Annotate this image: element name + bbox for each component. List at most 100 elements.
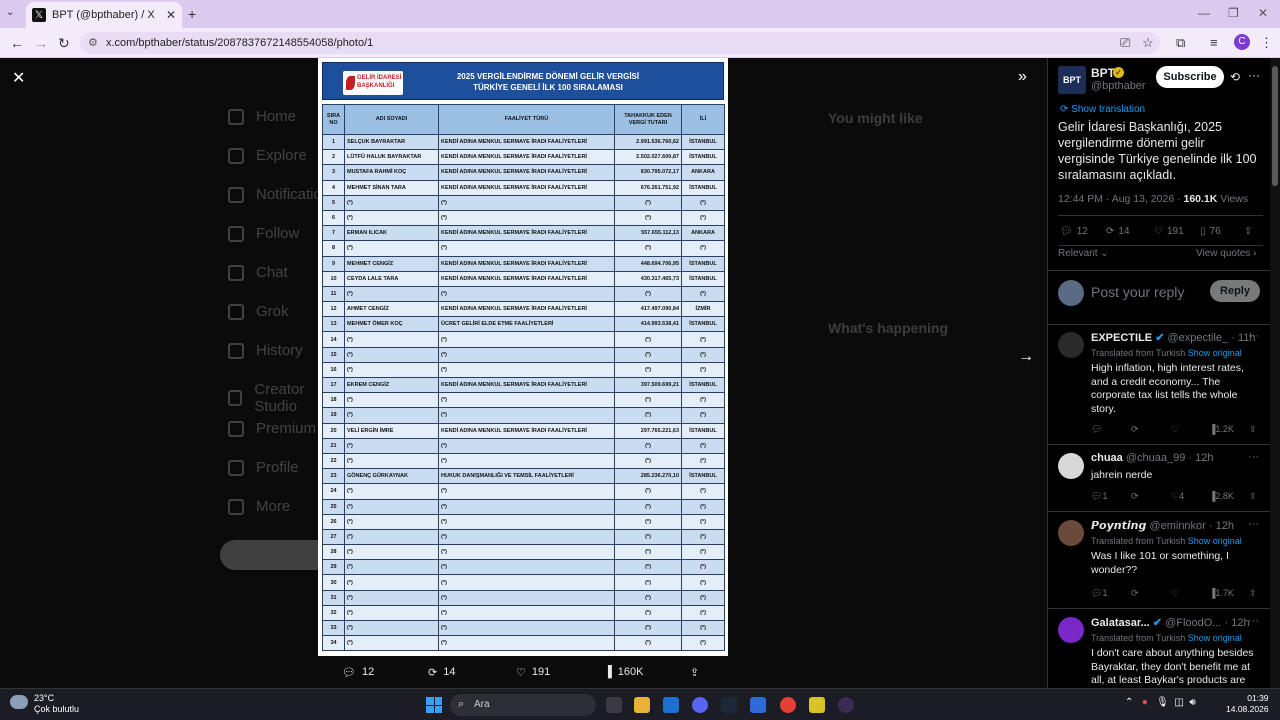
- reply-icon[interactable]: 💬︎ 1: [1091, 491, 1107, 502]
- reply-more-icon[interactable]: ···: [1248, 451, 1259, 463]
- photo-repost-button[interactable]: ⟳ 14: [428, 666, 455, 679]
- photo-views-button[interactable]: ▐ 160K: [604, 666, 644, 678]
- reply-item[interactable]: Galatasar... ✔ @FloodO... · 12h ··· Tran…: [1048, 609, 1270, 688]
- table-cell: 9: [322, 255, 345, 272]
- network-icon[interactable]: ◫: [1174, 697, 1183, 708]
- discord-icon[interactable]: [692, 697, 708, 713]
- reply-button[interactable]: Reply: [1210, 280, 1260, 302]
- reply-author[interactable]: 𝙋𝙤𝙮𝙣𝙩𝙞𝙣𝙜 @eminnkor · 12h: [1091, 519, 1234, 532]
- like-count-button[interactable]: ♡ 191: [1154, 226, 1184, 237]
- show-original-link[interactable]: Show original: [1188, 536, 1242, 546]
- url-field[interactable]: ⚙ x.com/bpthaber/status/2087837672148554…: [80, 32, 1160, 54]
- tab-close-button[interactable]: ✕: [166, 8, 176, 22]
- heart-icon[interactable]: ♡ 4: [1171, 491, 1184, 502]
- views-stat[interactable]: ▐ 1.2K: [1209, 424, 1234, 434]
- install-app-icon[interactable]: ⎚: [1120, 35, 1130, 51]
- reply-more-icon[interactable]: ···: [1248, 518, 1259, 530]
- repost-count-button[interactable]: ⟳ 14: [1106, 226, 1130, 237]
- subscribe-button[interactable]: Subscribe: [1156, 66, 1224, 88]
- forward-icon[interactable]: →: [34, 35, 48, 51]
- reply-avatar[interactable]: [1058, 453, 1084, 479]
- steam-icon[interactable]: [721, 697, 737, 713]
- tab-search-icon[interactable]: ⌄: [6, 7, 14, 18]
- more-options-icon[interactable]: ···: [1248, 68, 1260, 82]
- reply-avatar[interactable]: [1058, 520, 1084, 546]
- views-stat[interactable]: ▐ 1.7K: [1209, 588, 1234, 598]
- view-quotes-link[interactable]: View quotes ›: [1196, 248, 1256, 259]
- app2-icon[interactable]: [809, 697, 825, 713]
- collapse-panel-icon[interactable]: »: [1018, 68, 1027, 86]
- task-view-icon[interactable]: [606, 697, 622, 713]
- tweet-time[interactable]: 12:44 PM · Aug 13, 2026 ·: [1058, 193, 1184, 205]
- outlook-icon[interactable]: [663, 697, 679, 713]
- extensions-icon[interactable]: ⧉: [1176, 35, 1185, 51]
- bookmark-count-button[interactable]: ▯ 76: [1200, 226, 1221, 237]
- tray-app-icon[interactable]: ●: [1142, 697, 1148, 708]
- share-icon[interactable]: ⇪: [1249, 491, 1257, 502]
- reply-author[interactable]: Galatasar... ✔ @FloodO... · 12h: [1091, 616, 1250, 629]
- profile-avatar[interactable]: C: [1234, 34, 1250, 50]
- reply-item[interactable]: 𝙋𝙤𝙮𝙣𝙩𝙞𝙣𝙜 @eminnkor · 12h ··· Translated …: [1048, 512, 1270, 609]
- browser-menu-icon[interactable]: ⋮: [1260, 35, 1273, 51]
- start-icon[interactable]: [426, 697, 442, 713]
- grok-icon[interactable]: ⟲: [1230, 70, 1240, 84]
- system-tray[interactable]: ⌃ ● 🎙︎ ◫ 🔊︎: [1125, 697, 1196, 708]
- back-icon[interactable]: ←: [10, 35, 24, 51]
- reply-author[interactable]: EXPECTILE ✔ @expectile_ · 11h: [1091, 331, 1255, 344]
- reply-avatar[interactable]: [1058, 332, 1084, 358]
- reply-icon[interactable]: 💬︎ 1: [1091, 588, 1107, 599]
- clock[interactable]: 01:39 14.08.2026: [1226, 693, 1269, 715]
- media-icon[interactable]: ≡: [1210, 35, 1218, 50]
- table-cell: (*): [438, 331, 615, 348]
- next-photo-icon[interactable]: →: [1018, 348, 1034, 366]
- site-info-icon[interactable]: ⚙: [88, 36, 98, 49]
- author-name[interactable]: BPT: [1091, 66, 1115, 80]
- restore-icon[interactable]: ❐: [1228, 6, 1239, 20]
- views-stat[interactable]: ▐ 2.8K: [1209, 491, 1234, 501]
- reply-author[interactable]: chuaa @chuaa_99 · 12h: [1091, 452, 1213, 464]
- file-explorer-icon[interactable]: [634, 697, 650, 713]
- author-handle[interactable]: @bpthaber: [1091, 80, 1146, 92]
- mic-icon[interactable]: 🎙︎: [1156, 697, 1169, 708]
- repost-icon[interactable]: ⟳: [1131, 491, 1139, 502]
- tweet-photo[interactable]: GELİR İDARESİ BAŞKANLIĞI 2025 VERGİLENDİ…: [318, 58, 728, 656]
- reply-avatar[interactable]: [1058, 617, 1084, 643]
- repost-icon[interactable]: ⟳: [1131, 588, 1139, 599]
- chevron-up-icon[interactable]: ⌃: [1125, 697, 1133, 708]
- scrollbar[interactable]: [1270, 58, 1280, 688]
- share-button[interactable]: ⇪: [1244, 226, 1252, 237]
- reply-more-icon[interactable]: ···: [1248, 330, 1259, 342]
- bookmark-star-icon[interactable]: ☆: [1142, 35, 1154, 51]
- taskbar-search[interactable]: ⌕ Ara: [450, 694, 596, 716]
- reply-input[interactable]: Post your reply: [1091, 284, 1184, 300]
- author-avatar[interactable]: BPT: [1058, 66, 1086, 94]
- browser-app-icon[interactable]: [838, 697, 854, 713]
- browser-tab[interactable]: 𝕏 BPT (@bpthaber) / X ✕: [26, 2, 182, 28]
- photo-share-button[interactable]: ⇪: [690, 666, 699, 679]
- repost-icon[interactable]: ⟳: [1131, 424, 1139, 435]
- sort-replies-dropdown[interactable]: Relevant ⌄: [1058, 248, 1109, 259]
- reply-item[interactable]: chuaa @chuaa_99 · 12h ··· jahrein nerde …: [1048, 445, 1270, 512]
- share-icon[interactable]: ⇪: [1249, 588, 1257, 599]
- reload-icon[interactable]: ↻: [58, 35, 70, 52]
- heart-icon[interactable]: ♡: [1171, 588, 1179, 599]
- close-photo-icon[interactable]: ✕: [12, 68, 25, 88]
- reply-item[interactable]: EXPECTILE ✔ @expectile_ · 11h ··· Transl…: [1048, 324, 1270, 445]
- minimize-icon[interactable]: —: [1198, 6, 1210, 20]
- chrome-icon[interactable]: [780, 697, 796, 713]
- close-window-icon[interactable]: ✕: [1258, 6, 1268, 20]
- scrollbar-thumb[interactable]: [1272, 66, 1278, 186]
- show-original-link[interactable]: Show original: [1188, 348, 1242, 358]
- reply-count-button[interactable]: 💬︎ 12: [1060, 226, 1088, 237]
- reply-icon[interactable]: 💬︎: [1091, 424, 1102, 435]
- app-icon[interactable]: [750, 697, 766, 713]
- share-icon[interactable]: ⇪: [1249, 424, 1257, 435]
- volume-icon[interactable]: 🔊︎: [1189, 697, 1195, 708]
- new-tab-button[interactable]: +: [188, 6, 196, 22]
- photo-like-button[interactable]: ♡ 191: [516, 666, 550, 679]
- reply-more-icon[interactable]: ···: [1248, 615, 1259, 627]
- heart-icon[interactable]: ♡: [1171, 424, 1179, 435]
- show-translation-link[interactable]: ⟳ Show translation: [1060, 104, 1145, 115]
- show-original-link[interactable]: Show original: [1188, 633, 1242, 643]
- photo-reply-button[interactable]: 💬︎ 12: [342, 666, 374, 679]
